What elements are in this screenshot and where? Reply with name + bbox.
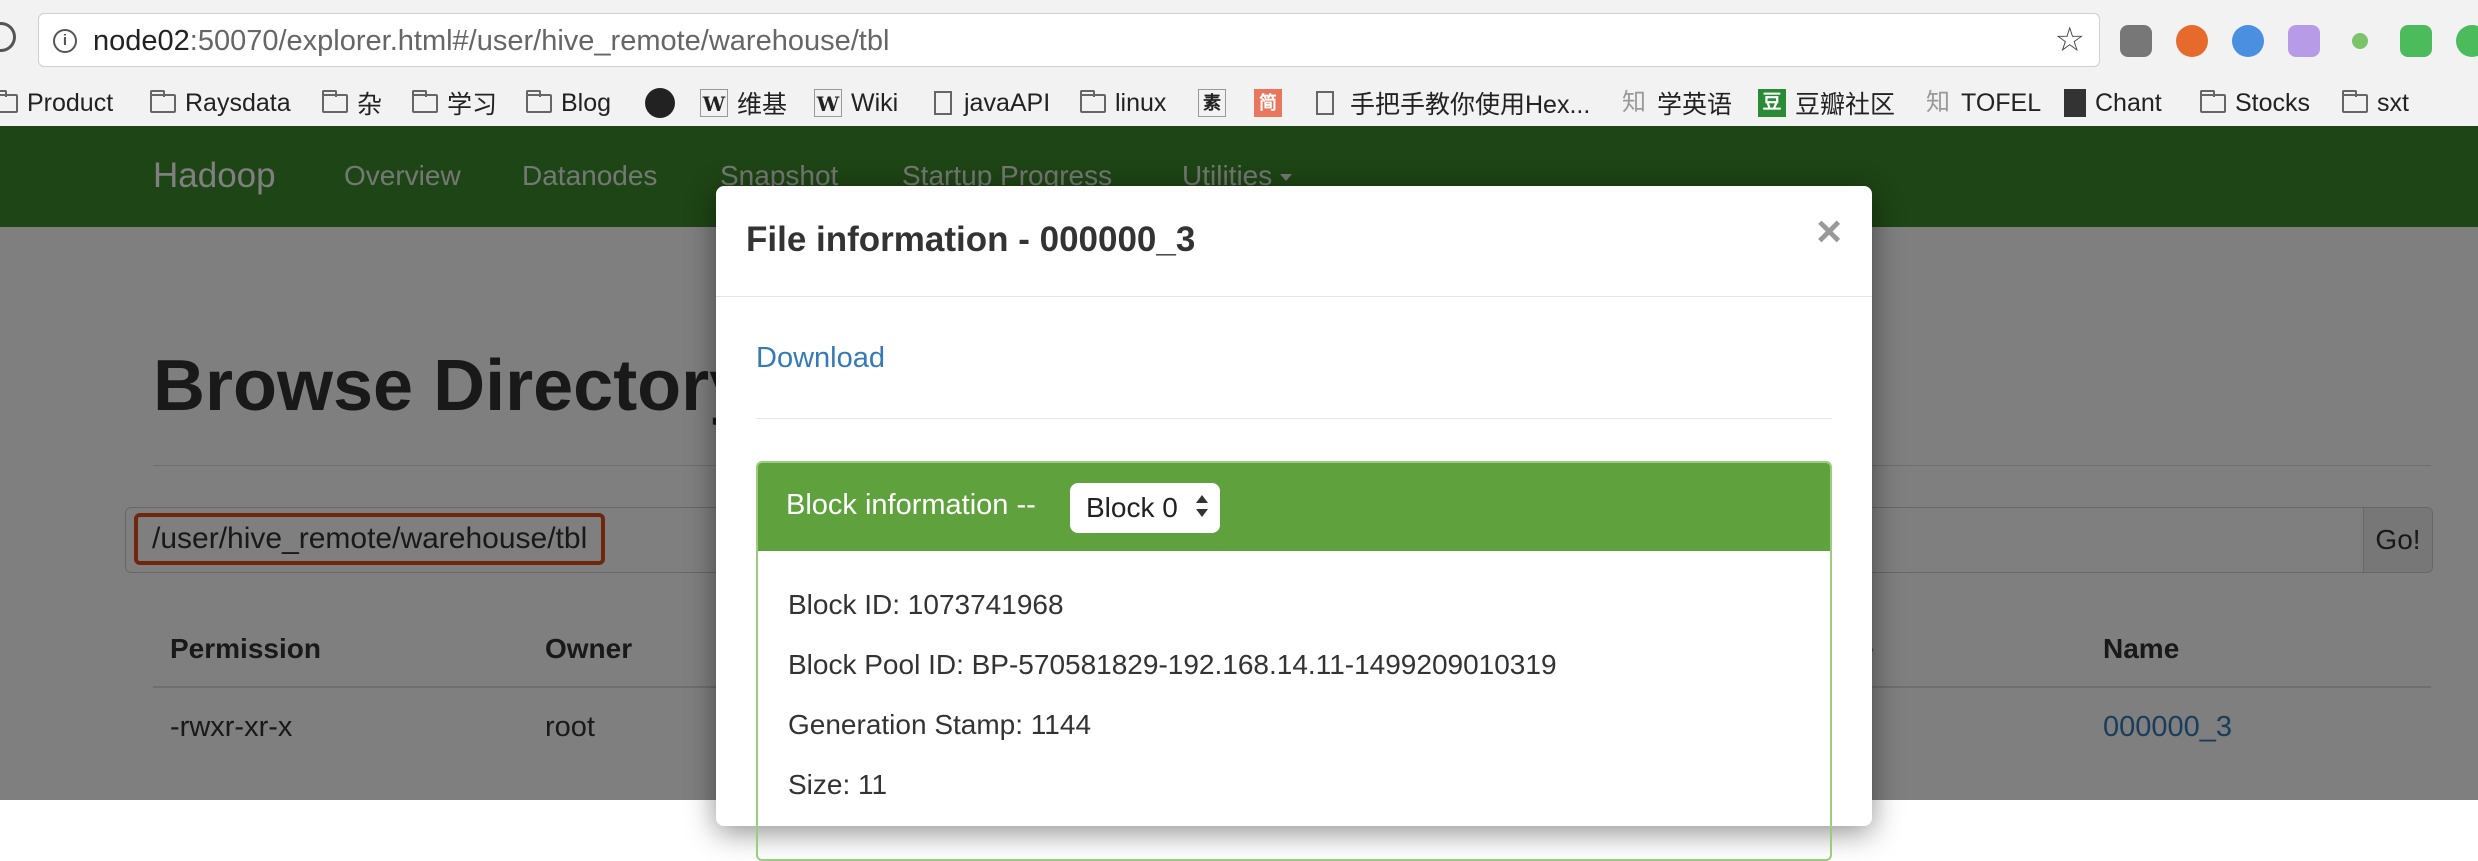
download-link[interactable]: Download bbox=[756, 342, 885, 375]
chrome-extension-icon[interactable] bbox=[2232, 25, 2264, 57]
bookmark-label: 维基 bbox=[737, 91, 788, 119]
bookmark-za[interactable]: 杂 bbox=[322, 80, 382, 126]
bookmarks-bar: Product Raysdata 杂 学习 Blog W 维基 W Wiki jav… bbox=[0, 80, 2478, 127]
block-select[interactable]: Block 0 bbox=[1070, 483, 1220, 533]
partial-extension-icon[interactable] bbox=[2456, 25, 2478, 57]
bookmark-label: javaAPI bbox=[964, 88, 1051, 117]
file-information-modal: File information - 000000_3 × Download B… bbox=[716, 186, 1872, 861]
bookmark-label: 杂 bbox=[357, 91, 383, 119]
bookmark-label: linux bbox=[1115, 88, 1167, 117]
block-size: Size: 11 bbox=[788, 769, 888, 800]
bookmark-jian[interactable]: 简 bbox=[1254, 80, 1291, 126]
shield-extension-icon[interactable] bbox=[2400, 25, 2432, 57]
bookmark-raysdata[interactable]: Raysdata bbox=[150, 80, 291, 126]
bookmark-label: Stocks bbox=[2235, 88, 2311, 117]
bookmark-label: Blog bbox=[561, 88, 612, 117]
browser-toolbar: i node02:50070/explorer.html#/user/hive_… bbox=[0, 0, 2478, 80]
folder-icon bbox=[0, 89, 18, 113]
bookmark-su[interactable]: 素 bbox=[1198, 80, 1235, 126]
github-icon bbox=[645, 88, 675, 118]
bookmark-chant[interactable]: Chant bbox=[2064, 80, 2162, 126]
generation-stamp: Generation Stamp: 1144 bbox=[788, 709, 1092, 740]
folder-icon bbox=[150, 89, 176, 113]
folder-icon bbox=[526, 89, 552, 113]
bookmark-sxt[interactable]: sxt bbox=[2342, 80, 2409, 126]
bookmark-product[interactable]: Product bbox=[0, 80, 113, 126]
zhihu-icon: 知 bbox=[1926, 89, 1950, 116]
url-host: node02 bbox=[93, 25, 190, 57]
bookmark-hexo[interactable]: 手把手教你使用Hex... bbox=[1316, 80, 1590, 126]
pen-extension-icon[interactable] bbox=[2288, 25, 2320, 57]
bookmark-label: 手把手教你使用Hex... bbox=[1350, 91, 1591, 119]
jian-icon: 简 bbox=[1254, 89, 1282, 117]
wikipedia-icon: W bbox=[700, 89, 728, 117]
bookmark-wiki[interactable]: W Wiki bbox=[814, 80, 898, 126]
address-bar[interactable]: i node02:50070/explorer.html#/user/hive_… bbox=[38, 13, 2100, 67]
wikipedia-icon: W bbox=[814, 89, 842, 117]
bookmark-blog[interactable]: Blog bbox=[526, 80, 611, 126]
divider bbox=[756, 418, 1832, 419]
bookmark-label: Raysdata bbox=[185, 88, 291, 117]
info-icon[interactable]: i bbox=[53, 29, 77, 53]
douban-icon: 豆 bbox=[1758, 89, 1786, 117]
modal-title: File information - 000000_3 bbox=[746, 220, 1196, 259]
url-text[interactable]: node02:50070/explorer.html#/user/hive_re… bbox=[93, 25, 889, 58]
zhihu-icon: 知 bbox=[1622, 89, 1646, 116]
block-select-value: Block 0 bbox=[1086, 492, 1178, 523]
folder-icon bbox=[1080, 89, 1106, 113]
bookmark-label: Product bbox=[27, 88, 114, 117]
status-dot-icon[interactable] bbox=[2352, 33, 2368, 49]
reload-icon[interactable] bbox=[0, 22, 16, 52]
bookmark-douban[interactable]: 豆豆瓣社区 bbox=[1758, 80, 1895, 126]
folder-icon bbox=[322, 89, 348, 113]
block-id: Block ID: 1073741968 bbox=[788, 589, 1064, 620]
panel-heading: Block information -- Block 0 bbox=[758, 463, 1830, 551]
bookmark-label: TOFEL bbox=[1961, 88, 2042, 117]
gmail-extension-icon[interactable] bbox=[2120, 25, 2152, 57]
bookmark-stocks[interactable]: Stocks bbox=[2200, 80, 2310, 126]
su-icon: 素 bbox=[1198, 89, 1226, 117]
bookmark-javaapi[interactable]: javaAPI bbox=[934, 80, 1050, 126]
block-information-panel: Block information -- Block 0 Block ID: 1… bbox=[756, 461, 1832, 861]
divider bbox=[716, 296, 1872, 297]
bookmark-label: 学习 bbox=[447, 91, 498, 119]
url-path: :50070/explorer.html#/user/hive_remote/w… bbox=[189, 25, 890, 57]
infinity-extension-icon[interactable] bbox=[2176, 25, 2208, 57]
document-icon bbox=[1316, 91, 1334, 115]
panel-title: Block information -- bbox=[786, 489, 1036, 521]
bookmark-star-icon[interactable]: ☆ bbox=[2055, 20, 2085, 60]
bookmark-xuexi[interactable]: 学习 bbox=[412, 80, 497, 126]
chant-icon bbox=[2064, 89, 2086, 117]
bookmark-linux[interactable]: linux bbox=[1080, 80, 1166, 126]
bookmark-label: sxt bbox=[2377, 88, 2409, 117]
bookmark-xueyingyu[interactable]: 知学英语 bbox=[1620, 80, 1732, 126]
bookmark-tofel[interactable]: 知 TOFEL bbox=[1924, 80, 2041, 126]
document-icon bbox=[934, 91, 952, 115]
bookmark-label: Chant bbox=[2095, 88, 2162, 117]
block-pool-id: Block Pool ID: BP-570581829-192.168.14.1… bbox=[788, 649, 1557, 680]
folder-icon bbox=[412, 89, 438, 113]
close-icon[interactable]: × bbox=[1816, 210, 1842, 254]
folder-icon bbox=[2342, 89, 2368, 113]
bookmark-label: 学英语 bbox=[1657, 91, 1733, 119]
bookmark-weiji[interactable]: W 维基 bbox=[700, 80, 787, 126]
bookmark-github[interactable] bbox=[645, 80, 684, 126]
bookmark-label: Wiki bbox=[851, 88, 899, 117]
folder-icon bbox=[2200, 89, 2226, 113]
bookmark-label: 豆瓣社区 bbox=[1795, 91, 1896, 119]
